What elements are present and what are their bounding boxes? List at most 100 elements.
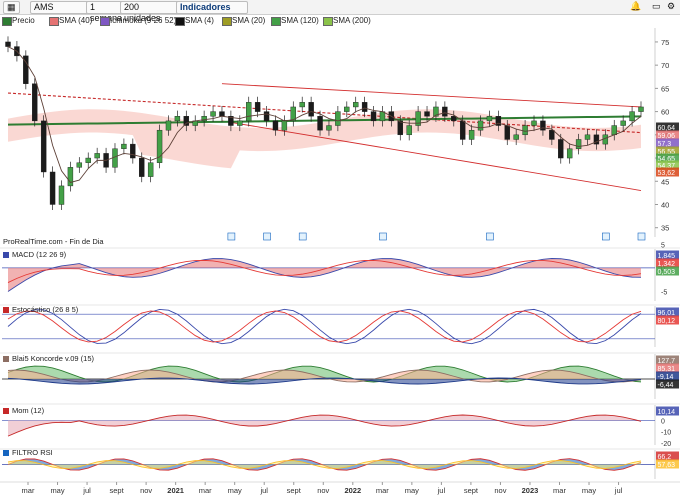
candle-body xyxy=(317,116,323,131)
panel-tag: -6,44 xyxy=(656,379,679,389)
candle-body xyxy=(522,125,528,136)
candle-body xyxy=(424,111,430,117)
x-axis: mar may jul sept nov 2021 mar may jul sept nov 2022… xyxy=(0,481,680,495)
macd-panel: 50-51,8451,3420,503 xyxy=(0,242,680,301)
price-panel: 75706560555045403560,6459,0657,356,5554,… xyxy=(0,27,680,241)
x-axis-label: jul xyxy=(82,486,91,495)
candle-body xyxy=(638,106,644,112)
x-axis-label: mar xyxy=(553,486,566,495)
event-marker-icon xyxy=(227,232,236,241)
price-axis-label: 35 xyxy=(661,224,669,233)
candle-body xyxy=(611,125,617,136)
panel-tag: 0,503 xyxy=(656,266,679,276)
koncorde-title: Blai5 Koncorde v.09 (15) xyxy=(3,354,94,363)
candle-body xyxy=(165,120,172,131)
panel-axis-label: 5 xyxy=(661,242,665,249)
candle-body xyxy=(566,148,573,159)
koncorde-panel: 127,785,31-9,14-6,44 xyxy=(0,352,680,399)
symbol-selector[interactable]: AMS xyxy=(30,1,90,14)
legend-item-sma40[interactable]: SMA (40) xyxy=(48,15,92,26)
settings-icon[interactable]: ⚙ xyxy=(667,1,675,12)
panel-line xyxy=(7,310,642,343)
svg-text:-6,44: -6,44 xyxy=(658,382,674,389)
legend-item-sma120[interactable]: SMA (120) xyxy=(270,15,319,26)
candle-body xyxy=(246,102,252,122)
candle-body xyxy=(459,120,466,140)
candle-body xyxy=(451,116,457,122)
candle-body xyxy=(326,125,332,131)
candle-body xyxy=(549,129,555,140)
candle-body xyxy=(477,120,484,131)
price-axis-label: 65 xyxy=(661,84,669,93)
candle-body xyxy=(58,185,65,205)
candle-body xyxy=(174,116,181,122)
candle-body xyxy=(210,111,216,117)
svg-text:80,12: 80,12 xyxy=(658,318,676,325)
legend-item-sma200[interactable]: SMA (200) xyxy=(322,15,371,26)
x-axis-label: may xyxy=(50,486,64,495)
x-axis-label: nov xyxy=(494,486,506,495)
legend-item-ichimoku[interactable]: Ichimoku (9 26 52) xyxy=(99,15,176,26)
candle-body xyxy=(85,157,91,163)
event-marker-icon xyxy=(263,232,271,241)
x-axis-label: nov xyxy=(317,486,329,495)
candle-body xyxy=(486,116,493,122)
candle-body xyxy=(406,125,412,136)
legend-item-sma4[interactable]: SMA (4) xyxy=(174,15,214,26)
window-icon[interactable]: ▭ xyxy=(652,1,661,12)
event-marker-icon xyxy=(379,232,387,241)
candle-body xyxy=(272,120,279,131)
svg-text:53,62: 53,62 xyxy=(658,170,676,177)
candle-body xyxy=(540,120,546,131)
price-axis-label: 40 xyxy=(661,200,669,209)
panel-axis-label: -10 xyxy=(661,430,671,437)
svg-text:57,63: 57,63 xyxy=(658,462,676,469)
x-axis-label: 2021 xyxy=(167,486,184,495)
x-axis-label: jul xyxy=(259,486,268,495)
candle-body xyxy=(344,106,350,112)
event-marker-icon xyxy=(602,232,610,241)
candle-body xyxy=(442,106,448,117)
candle-body xyxy=(620,120,626,126)
x-axis-label: mar xyxy=(199,486,212,495)
panel-tag: 80,12 xyxy=(656,315,679,325)
panel-tag: 10,14 xyxy=(656,406,679,416)
candle-body xyxy=(183,116,190,126)
series-legend: Precio SMA (40) Ichimoku (9 26 52) SMA (… xyxy=(0,15,680,27)
chart-svg[interactable]: 75706560555045403560,6459,0657,356,5554,… xyxy=(0,27,680,497)
candle-body xyxy=(40,120,47,173)
mom-title: Mom (12) xyxy=(3,406,44,415)
price-axis-label: 60 xyxy=(661,108,669,117)
candle-body xyxy=(32,83,38,122)
bell-icon[interactable]: 🔔 xyxy=(630,1,641,12)
x-axis-label: jul xyxy=(614,486,623,495)
x-axis-label: may xyxy=(582,486,596,495)
price-axis-label: 75 xyxy=(661,38,669,47)
x-axis-label: 2023 xyxy=(522,486,539,495)
interval-selector[interactable]: 1 semana xyxy=(86,1,124,23)
candle-body xyxy=(584,134,591,140)
legend-item-price[interactable]: Precio xyxy=(1,15,35,26)
candle-body xyxy=(67,167,74,187)
candle-body xyxy=(49,171,56,205)
panel-axis-label: -5 xyxy=(661,290,667,297)
candle-body xyxy=(139,157,145,177)
x-axis-label: sept xyxy=(287,486,302,495)
rsi-title: FILTRO RSI xyxy=(3,448,53,457)
legend-item-sma20[interactable]: SMA (20) xyxy=(221,15,265,26)
toolbar: ▦ AMS 1 semana 200 unidades Indicadores … xyxy=(0,0,680,23)
candle-body xyxy=(219,111,225,117)
svg-text:10,14: 10,14 xyxy=(658,409,676,416)
x-axis-label: sept xyxy=(464,486,479,495)
stochastic-panel: 96,0180,12 xyxy=(0,304,680,347)
chart-type-button[interactable]: ▦ xyxy=(3,1,20,14)
indicators-button[interactable]: Indicadores xyxy=(176,1,248,14)
x-axis-label: jul xyxy=(437,486,446,495)
candle-body xyxy=(254,102,261,112)
candle-body xyxy=(147,162,154,177)
units-selector[interactable]: 200 unidades xyxy=(120,1,180,23)
candle-body xyxy=(370,111,377,122)
event-marker-icon xyxy=(298,232,307,241)
price-tag: 53,62 xyxy=(656,167,679,177)
watermark-text: ProRealTime.com - Fin de Dia xyxy=(3,237,104,246)
